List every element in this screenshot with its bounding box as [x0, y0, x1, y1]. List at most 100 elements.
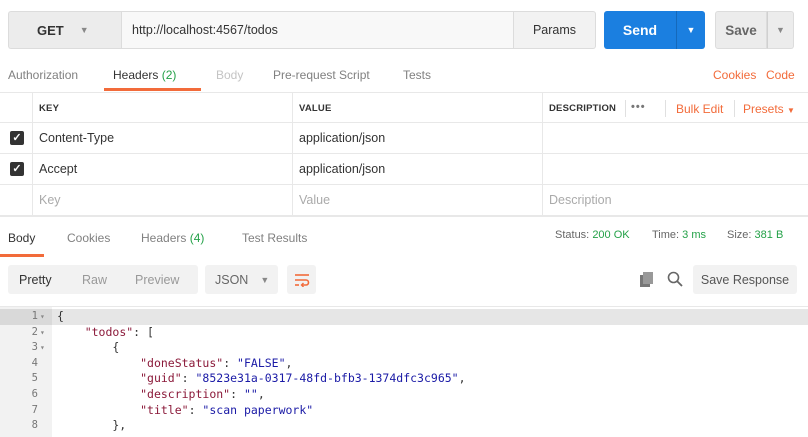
table-row-new: Key Value Description — [0, 185, 808, 216]
cookies-link[interactable]: Cookies — [713, 68, 756, 82]
response-tabs: Body Cookies Headers (4) Test Results St… — [0, 216, 808, 257]
method-select[interactable]: GET ▼ — [8, 11, 121, 49]
value-cell[interactable]: application/json — [293, 154, 543, 184]
response-toolbar: Pretty Raw Preview JSON ▼ Save Response — [0, 258, 808, 302]
time-value: 3 ms — [682, 229, 706, 241]
table-row: ✓ Accept application/json — [0, 154, 808, 185]
line-number: 8 — [31, 419, 38, 432]
save-button[interactable]: Save — [715, 11, 767, 49]
fold-toggle-icon[interactable]: ▾ — [40, 309, 45, 325]
code-text: { — [57, 340, 120, 355]
tab-test-results[interactable]: Test Results — [242, 231, 307, 245]
status-indicator: Status: 200 OK — [555, 229, 630, 241]
code-link[interactable]: Code — [766, 68, 795, 82]
raw-button[interactable]: Raw — [82, 273, 107, 287]
code-line: 5 "guid": "8523e31a-0317-48fd-bfb3-1374d… — [0, 371, 808, 387]
chevron-down-icon: ▼ — [260, 274, 270, 285]
response-headers-count: (4) — [189, 231, 205, 245]
chevron-down-icon: ▼ — [79, 25, 89, 35]
size-value: 381 B — [754, 229, 784, 241]
caret-down-icon: ▼ — [776, 25, 785, 35]
column-value: VALUE — [299, 103, 332, 114]
table-header-row: KEY VALUE DESCRIPTION ••• Bulk Edit Pres… — [0, 92, 808, 123]
method-label: GET — [37, 22, 64, 38]
more-options-icon[interactable]: ••• — [631, 101, 646, 113]
code-line: 3 ▾ { — [0, 340, 808, 356]
size-indicator: Size: 381 B — [727, 229, 784, 241]
line-number: 6 — [31, 388, 38, 400]
send-button[interactable]: Send — [604, 11, 676, 49]
caret-down-icon: ▼ — [787, 106, 795, 115]
header-enabled-checkbox[interactable]: ✓ — [10, 131, 24, 145]
params-button[interactable]: Params — [514, 11, 596, 49]
status-value: 200 OK — [592, 229, 630, 241]
description-cell[interactable] — [543, 123, 808, 153]
code-text: "todos": [ — [84, 324, 154, 339]
tab-response-cookies[interactable]: Cookies — [67, 231, 110, 245]
view-mode-segment: Pretty Raw Preview — [8, 265, 198, 294]
code-text: "description": "", — [140, 387, 265, 401]
code-text: }, — [57, 418, 127, 433]
line-number: 4 — [31, 356, 38, 369]
value-cell[interactable]: application/json — [293, 123, 543, 153]
fold-toggle-icon[interactable]: ▾ — [40, 325, 45, 341]
header-enabled-checkbox[interactable]: ✓ — [10, 162, 24, 176]
copy-icon[interactable] — [640, 272, 654, 287]
code-text: "doneStatus": "FALSE", — [140, 355, 293, 370]
line-number: 2 ▾ — [0, 325, 52, 341]
request-tabs: Authorization Headers (2) Body Pre-reque… — [0, 60, 808, 92]
code-text: "title": "scan paperwork" — [140, 402, 314, 417]
send-options-button[interactable]: ▼ — [676, 11, 705, 49]
fold-toggle-icon[interactable]: ▾ — [40, 340, 45, 356]
code-line: 6 "description": "", — [0, 387, 808, 403]
code-line: 8 }, — [0, 418, 808, 434]
pretty-button[interactable]: Pretty — [19, 273, 52, 287]
active-tab-indicator — [0, 254, 44, 257]
line-number: 3 ▾ — [0, 340, 52, 356]
response-body-editor[interactable]: 1 ▾{2 ▾ "todos": [3 ▾ {4 "doneStatus": "FAL… — [0, 306, 808, 437]
tab-response-headers[interactable]: Headers (4) — [141, 231, 204, 245]
divider — [625, 100, 626, 117]
tab-response-body[interactable]: Body — [8, 231, 35, 245]
tab-headers[interactable]: Headers (2) — [113, 68, 176, 82]
code-line: 4 "doneStatus": "FALSE", — [0, 356, 808, 372]
line-number: 5 — [31, 372, 38, 385]
column-key: KEY — [39, 103, 60, 114]
value-input[interactable]: Value — [293, 185, 543, 215]
line-number: 7 — [31, 403, 38, 416]
column-description: DESCRIPTION — [549, 103, 617, 114]
key-cell[interactable]: Content-Type — [33, 123, 293, 153]
request-bar: GET ▼ http://localhost:4567/todos Params… — [0, 0, 808, 60]
bulk-edit-link[interactable]: Bulk Edit — [676, 102, 723, 116]
tab-headers-count: (2) — [161, 68, 177, 82]
code-line: 2 ▾ "todos": [ — [0, 325, 808, 341]
code-line: 7 "title": "scan paperwork" — [0, 403, 808, 419]
url-input[interactable]: http://localhost:4567/todos — [121, 11, 514, 49]
save-response-button[interactable]: Save Response — [693, 265, 797, 294]
code-text: "guid": "8523e31a-0317-48fd-bfb3-1374dfc… — [140, 371, 466, 386]
tab-authorization[interactable]: Authorization — [8, 68, 78, 82]
key-input[interactable]: Key — [33, 185, 293, 215]
divider — [734, 100, 735, 117]
url-text: http://localhost:4567/todos — [132, 23, 278, 37]
time-indicator: Time: 3 ms — [652, 229, 706, 241]
presets-dropdown[interactable]: Presets ▼ — [743, 102, 795, 116]
tab-pre-request-script[interactable]: Pre-request Script — [273, 68, 370, 82]
preview-button[interactable]: Preview — [135, 273, 179, 287]
tab-tests[interactable]: Tests — [403, 68, 431, 82]
caret-down-icon: ▼ — [686, 25, 696, 35]
save-options-button[interactable]: ▼ — [767, 11, 794, 49]
wrap-lines-button[interactable] — [287, 265, 316, 294]
active-tab-indicator — [104, 88, 201, 91]
line-number: 1 ▾ — [0, 309, 52, 325]
tab-body[interactable]: Body — [216, 68, 243, 82]
description-cell[interactable] — [543, 154, 808, 184]
description-input[interactable]: Description — [543, 185, 808, 215]
key-cell[interactable]: Accept — [33, 154, 293, 184]
format-select[interactable]: JSON ▼ — [205, 265, 278, 294]
table-row: ✓ Content-Type application/json — [0, 123, 808, 154]
divider — [665, 100, 666, 117]
tab-headers-label: Headers — [113, 68, 159, 82]
code-line: 1 ▾ { — [0, 309, 808, 325]
search-icon[interactable] — [667, 271, 683, 287]
